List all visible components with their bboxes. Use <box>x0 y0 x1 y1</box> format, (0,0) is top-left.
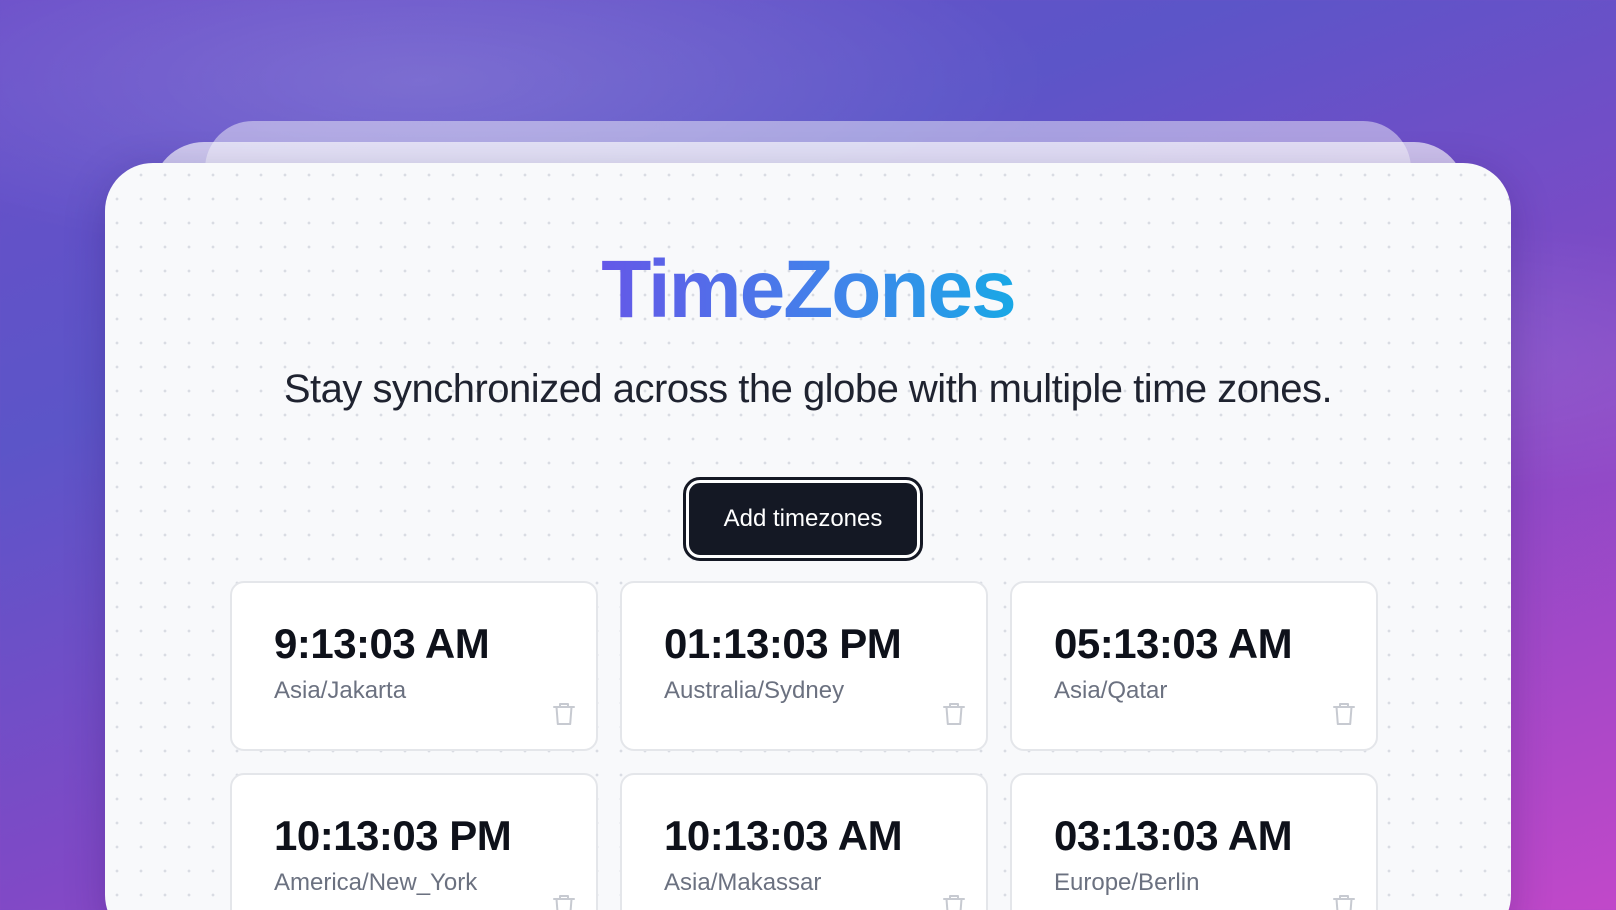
trash-icon[interactable] <box>552 893 576 910</box>
clock-zone: Asia/Jakarta <box>274 677 407 705</box>
clock-card: 9:13:03 AM Asia/Jakarta <box>230 581 598 751</box>
clock-card: 05:13:03 AM Asia/Qatar <box>1010 581 1378 751</box>
clock-time: 05:13:03 AM <box>1054 620 1293 667</box>
app-subtitle: Stay synchronized across the globe with … <box>283 367 1333 411</box>
trash-icon[interactable] <box>942 701 966 727</box>
clock-time: 01:13:03 PM <box>664 620 902 667</box>
clock-time: 10:13:03 PM <box>274 812 512 859</box>
clock-zone: Asia/Makassar <box>664 869 822 897</box>
clock-grid: 9:13:03 AM Asia/Jakarta 01:13:03 PM Aust… <box>230 581 1378 910</box>
clock-card: 03:13:03 AM Europe/Berlin <box>1010 773 1378 910</box>
add-timezones-button[interactable]: Add timezones <box>683 477 923 561</box>
trash-icon[interactable] <box>1332 701 1356 727</box>
clock-zone: Europe/Berlin <box>1054 869 1200 897</box>
clock-zone: Asia/Qatar <box>1054 677 1168 705</box>
clock-zone: Australia/Sydney <box>664 677 845 705</box>
clock-card: 10:13:03 PM America/New_York <box>230 773 598 910</box>
clock-zone: America/New_York <box>274 869 478 897</box>
clock-time: 10:13:03 AM <box>664 812 903 859</box>
trash-icon[interactable] <box>1332 893 1356 910</box>
trash-icon[interactable] <box>942 893 966 910</box>
app-title: TimeZones <box>601 244 1016 335</box>
clock-time: 9:13:03 AM <box>274 620 490 667</box>
trash-icon[interactable] <box>552 701 576 727</box>
clock-card: 10:13:03 AM Asia/Makassar <box>620 773 988 910</box>
clock-time: 03:13:03 AM <box>1054 812 1293 859</box>
clock-card: 01:13:03 PM Australia/Sydney <box>620 581 988 751</box>
